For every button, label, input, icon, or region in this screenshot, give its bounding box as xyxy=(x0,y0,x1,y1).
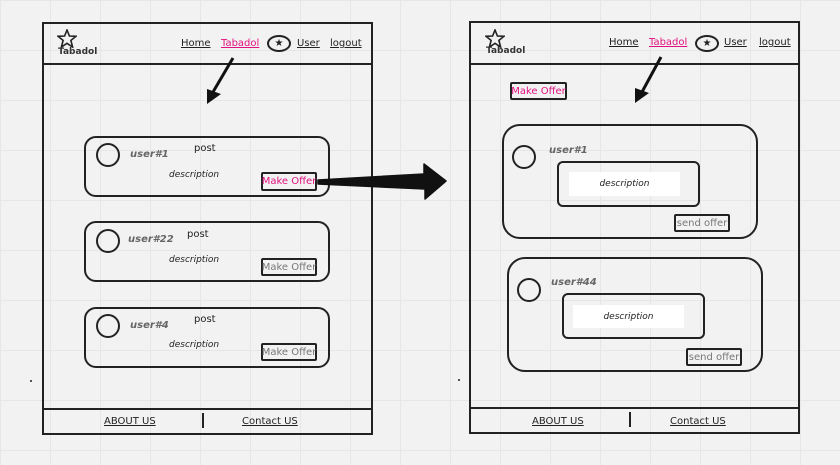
left-pointer-arrow-shaft xyxy=(211,57,235,93)
right-pointer-arrow-shaft xyxy=(640,56,663,93)
transition-arrow xyxy=(317,163,447,200)
arrows-layer xyxy=(207,56,663,200)
